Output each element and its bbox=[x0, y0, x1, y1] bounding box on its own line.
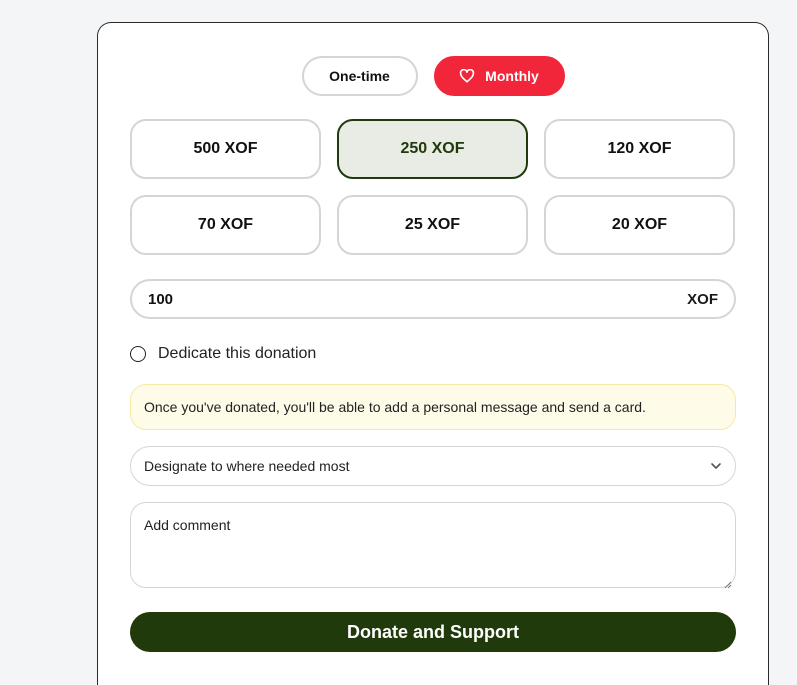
comment-textarea[interactable]: Add comment bbox=[130, 502, 736, 589]
amount-option-70[interactable]: 70 XOF bbox=[130, 195, 321, 255]
amount-label: 20 XOF bbox=[611, 216, 668, 233]
amount-label: 25 XOF bbox=[404, 216, 461, 233]
one-time-button[interactable]: One-time bbox=[301, 56, 418, 96]
custom-amount-field: XOF bbox=[130, 279, 736, 319]
donate-button[interactable]: Donate and Support bbox=[130, 612, 736, 652]
amount-label: 120 XOF bbox=[607, 140, 672, 157]
dedicate-radio[interactable] bbox=[130, 346, 146, 362]
donate-button-label: Donate and Support bbox=[347, 621, 519, 642]
monthly-button[interactable]: Monthly bbox=[433, 56, 565, 96]
notice-text: Once you've donated, you'll be able to a… bbox=[144, 399, 646, 415]
amount-label: 250 XOF bbox=[400, 140, 465, 157]
amount-option-25[interactable]: 25 XOF bbox=[337, 195, 528, 255]
amount-label: 500 XOF bbox=[193, 140, 258, 157]
custom-amount-input[interactable] bbox=[148, 290, 548, 308]
comment-placeholder: Add comment bbox=[144, 517, 231, 533]
amount-option-500[interactable]: 500 XOF bbox=[130, 119, 321, 179]
amount-option-120[interactable]: 120 XOF bbox=[544, 119, 735, 179]
chevron-down-icon bbox=[710, 462, 722, 470]
designation-select[interactable]: Designate to where needed most bbox=[130, 446, 736, 486]
info-notice: Once you've donated, you'll be able to a… bbox=[130, 384, 736, 430]
currency-label: XOF bbox=[687, 290, 718, 308]
dedicate-label: Dedicate this donation bbox=[158, 345, 317, 362]
donation-form-card: One-time Monthly 500 XOF 250 XOF 120 XOF… bbox=[97, 22, 769, 685]
amount-options: 500 XOF 250 XOF 120 XOF 70 XOF 25 XOF 20… bbox=[130, 119, 736, 255]
amount-option-20[interactable]: 20 XOF bbox=[544, 195, 735, 255]
heart-icon bbox=[459, 69, 475, 83]
monthly-label: Monthly bbox=[485, 68, 539, 84]
amount-label: 70 XOF bbox=[197, 216, 254, 233]
one-time-label: One-time bbox=[329, 68, 390, 84]
resize-handle-icon[interactable] bbox=[724, 576, 732, 589]
amount-option-250[interactable]: 250 XOF bbox=[337, 119, 528, 179]
designation-value: Designate to where needed most bbox=[144, 458, 350, 474]
dedicate-option[interactable]: Dedicate this donation bbox=[130, 345, 316, 363]
frequency-toggle: One-time Monthly bbox=[98, 56, 768, 96]
